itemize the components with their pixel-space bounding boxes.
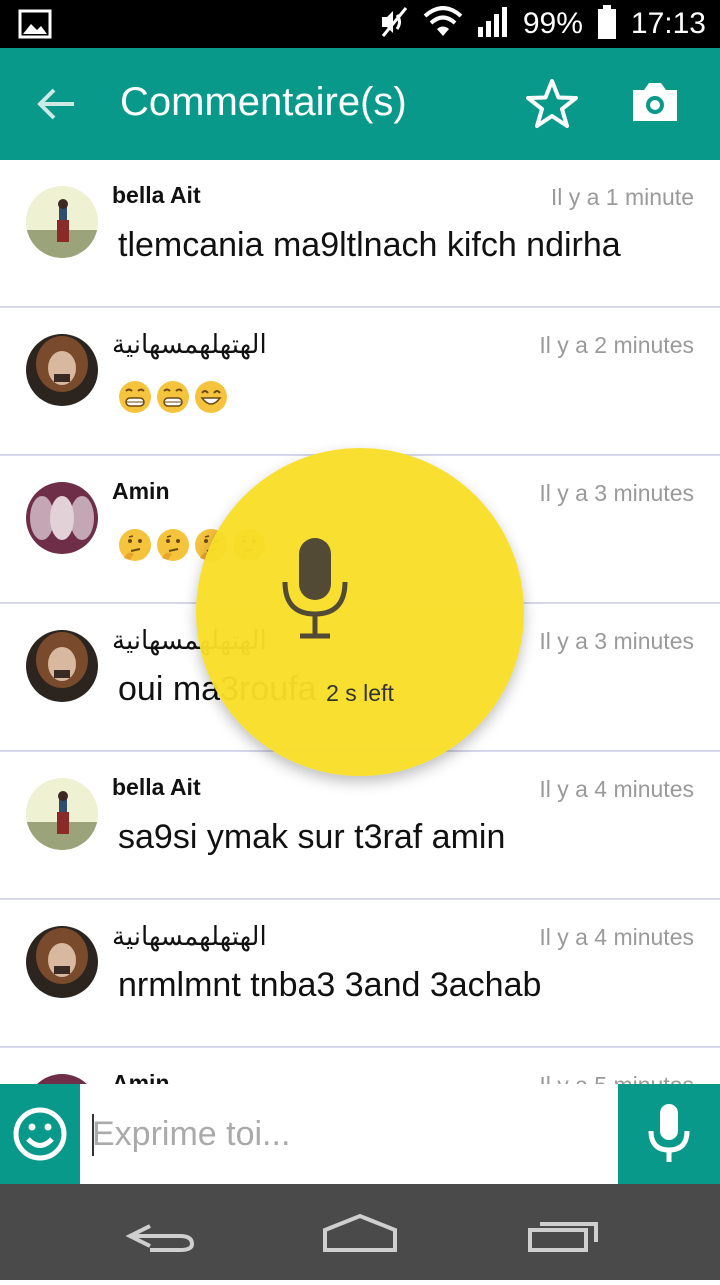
comment-time: Il y a 5 minutes — [539, 1072, 694, 1084]
emoji-button[interactable] — [0, 1084, 80, 1184]
image-icon — [18, 9, 52, 44]
wifi-icon — [423, 5, 463, 43]
clock: 17:13 — [630, 7, 706, 40]
comment-input-bar — [0, 1084, 720, 1184]
back-arrow-icon[interactable] — [36, 86, 76, 127]
voice-record-button[interactable] — [618, 1084, 720, 1184]
comment-time: Il y a 2 minutes — [539, 332, 694, 358]
comment-item[interactable]: الهتهلهمسهانية Il y a 2 minutes — [0, 308, 720, 456]
smiley-icon — [13, 1107, 67, 1161]
battery-percent: 99% — [522, 7, 583, 40]
avatar[interactable] — [26, 630, 98, 702]
star-icon[interactable] — [524, 78, 580, 135]
comment-time: Il y a 4 minutes — [539, 924, 694, 950]
avatar[interactable] — [26, 1074, 98, 1084]
microphone-icon — [648, 1104, 690, 1162]
comment-input[interactable] — [80, 1084, 618, 1184]
signal-icon — [477, 6, 509, 42]
text-caret — [92, 1114, 94, 1156]
page-title: Commentaire(s) — [120, 80, 407, 124]
comment-item[interactable]: الهتهلهمسهانية Il y a 4 minutes nrmlmnt … — [0, 900, 720, 1048]
back-nav-icon[interactable] — [125, 1224, 195, 1252]
comment-text: nrmlmnt tnba3 3and 3achab — [118, 966, 542, 1004]
recents-nav-icon[interactable] — [528, 1222, 598, 1252]
thinking-emoji-icon — [156, 528, 190, 567]
microphone-icon — [280, 536, 350, 651]
voice-recording-overlay[interactable]: 2 s left — [196, 448, 524, 776]
comment-time: Il y a 3 minutes — [539, 480, 694, 506]
battery-icon — [597, 4, 617, 44]
comment-time: Il y a 3 minutes — [539, 628, 694, 654]
app-bar: Commentaire(s) — [0, 48, 720, 160]
status-bar: 99% 17:13 — [0, 0, 720, 48]
avatar[interactable] — [26, 482, 98, 554]
grin-emoji-icon — [156, 380, 190, 419]
comment-author: bella Ait — [112, 182, 201, 208]
smile-emoji-icon — [194, 380, 228, 419]
comment-author: الهتهلهمسهانية — [112, 330, 267, 360]
thinking-emoji-icon — [118, 528, 152, 567]
camera-icon[interactable] — [630, 80, 680, 129]
comment-author: الهتهلهمسهانية — [112, 922, 267, 952]
avatar[interactable] — [26, 334, 98, 406]
grin-emoji-icon — [118, 380, 152, 419]
comment-emojis — [118, 380, 228, 419]
avatar[interactable] — [26, 186, 98, 258]
time-left-label: 2 s left — [326, 680, 394, 706]
comment-author: bella Ait — [112, 774, 201, 800]
comment-text: tlemcania ma9ltlnach kifch ndirha — [118, 226, 621, 264]
comment-item[interactable]: bella Ait Il y a 1 minute tlemcania ma9l… — [0, 160, 720, 308]
avatar[interactable] — [26, 926, 98, 998]
comment-time: Il y a 1 minute — [550, 184, 694, 210]
comment-author: Amin — [112, 478, 170, 504]
mute-icon — [379, 5, 409, 44]
home-nav-icon[interactable] — [323, 1213, 397, 1252]
avatar[interactable] — [26, 778, 98, 850]
comment-author: Amin — [112, 1070, 170, 1084]
comment-time: Il y a 4 minutes — [539, 776, 694, 802]
comment-item[interactable]: Amin Il y a 5 minutes — [0, 1048, 720, 1084]
comment-text: sa9si ymak sur t3raf amin — [118, 818, 506, 856]
system-nav-bar — [0, 1184, 720, 1280]
